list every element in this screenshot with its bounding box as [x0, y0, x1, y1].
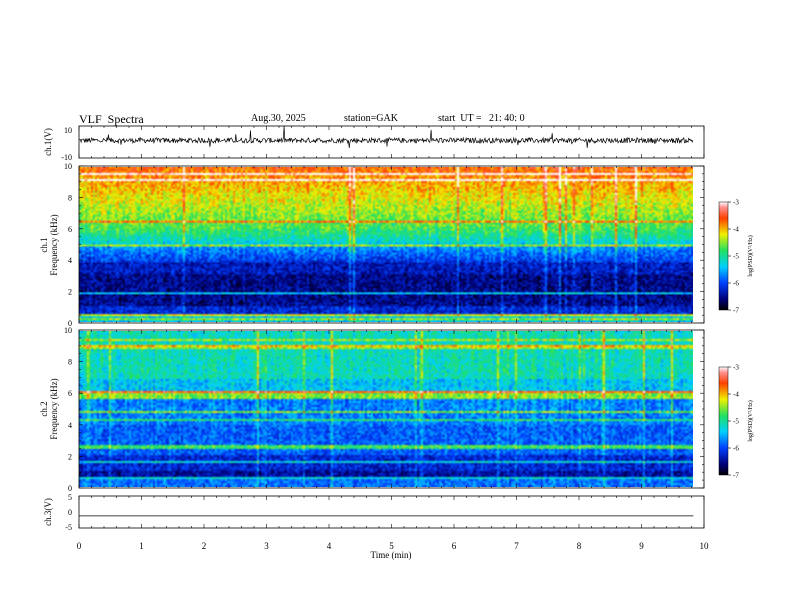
x-tick-label: 2 [202, 541, 207, 551]
y-tick-label: 10 [64, 126, 72, 135]
vlf-figure: ch.1(V) ch.1 Frequency (kHz) ch.2 Freque… [39, 125, 754, 560]
colorbar-tick-label: -5 [733, 253, 739, 261]
colorbar-tick-label: -7 [733, 307, 739, 315]
ch1-wave-ylabel: ch.1(V) [43, 128, 53, 156]
y-tick-label: 10 [64, 326, 72, 335]
x-tick-label: 9 [639, 541, 644, 551]
colorbar-tick-label: -4 [733, 391, 739, 399]
ch1-waveform-line [78, 125, 694, 148]
x-tick-label: 1 [139, 541, 144, 551]
y-tick-label: -10 [61, 153, 72, 162]
x-tick-label: 6 [452, 541, 457, 551]
y-tick-label: 8 [68, 358, 72, 367]
ch1-spec-ylabel-1: ch.1 [39, 237, 49, 252]
ch2-spectrogram [79, 331, 693, 487]
x-tick-label: 7 [514, 541, 519, 551]
colorbar-tick-label: -5 [733, 418, 739, 426]
y-tick-label: 8 [68, 193, 72, 202]
y-tick-label: 4 [68, 421, 72, 430]
ch1-colorbar: -3 -4 -5 -6 -7 log(PSD)(V²/Hz) [718, 199, 754, 315]
colorbar-tick-label: -6 [733, 280, 739, 288]
x-tick-label: 3 [264, 541, 269, 551]
y-tick-label: 6 [68, 389, 72, 398]
colorbar-tick-label: -3 [733, 364, 739, 372]
y-tick-label: 2 [68, 288, 72, 297]
ch2-spec-ylabel-2: Frequency (kHz) [49, 378, 59, 439]
y-tick-label: 4 [68, 256, 72, 265]
colorbar-tick-label: -4 [733, 226, 739, 234]
ch1-colorbar-label: log(PSD)(V²/Hz) [747, 235, 754, 276]
y-tick-label: 6 [68, 225, 72, 234]
ch1-spec-ylabel-2: Frequency (kHz) [49, 214, 59, 275]
y-tick-label: 5 [68, 493, 72, 502]
colorbar-tick-label: -6 [733, 445, 739, 453]
ch3-wave-frame [78, 495, 705, 529]
ch2-colorbar-label: log(PSD)(V²/Hz) [747, 400, 754, 441]
x-tick-label: 10 [700, 541, 710, 551]
y-tick-label: 0 [68, 484, 72, 493]
x-tick-label: 8 [577, 541, 582, 551]
colorbar-tick-label: -7 [733, 472, 739, 480]
ch2-spec-ylabel-1: ch.2 [39, 401, 49, 416]
y-tick-label: -5 [65, 523, 72, 532]
y-tick-label: 10 [64, 162, 72, 171]
colorbar-tick-label: -3 [733, 199, 739, 207]
x-tick-label: 0 [77, 541, 82, 551]
y-tick-label: 2 [68, 452, 72, 461]
ch2-colorbar: -3 -4 -5 -6 -7 log(PSD)(V²/Hz) [718, 364, 754, 480]
x-tick-label: 4 [327, 541, 332, 551]
x-axis-label: Time (min) [371, 550, 412, 560]
y-tick-label: 0 [68, 508, 72, 517]
ch1-spectrogram [79, 167, 693, 322]
ch3-wave-ylabel: ch.3(V) [43, 498, 53, 526]
y-tick-labels: 10-100246810024681050-5 [61, 126, 72, 532]
